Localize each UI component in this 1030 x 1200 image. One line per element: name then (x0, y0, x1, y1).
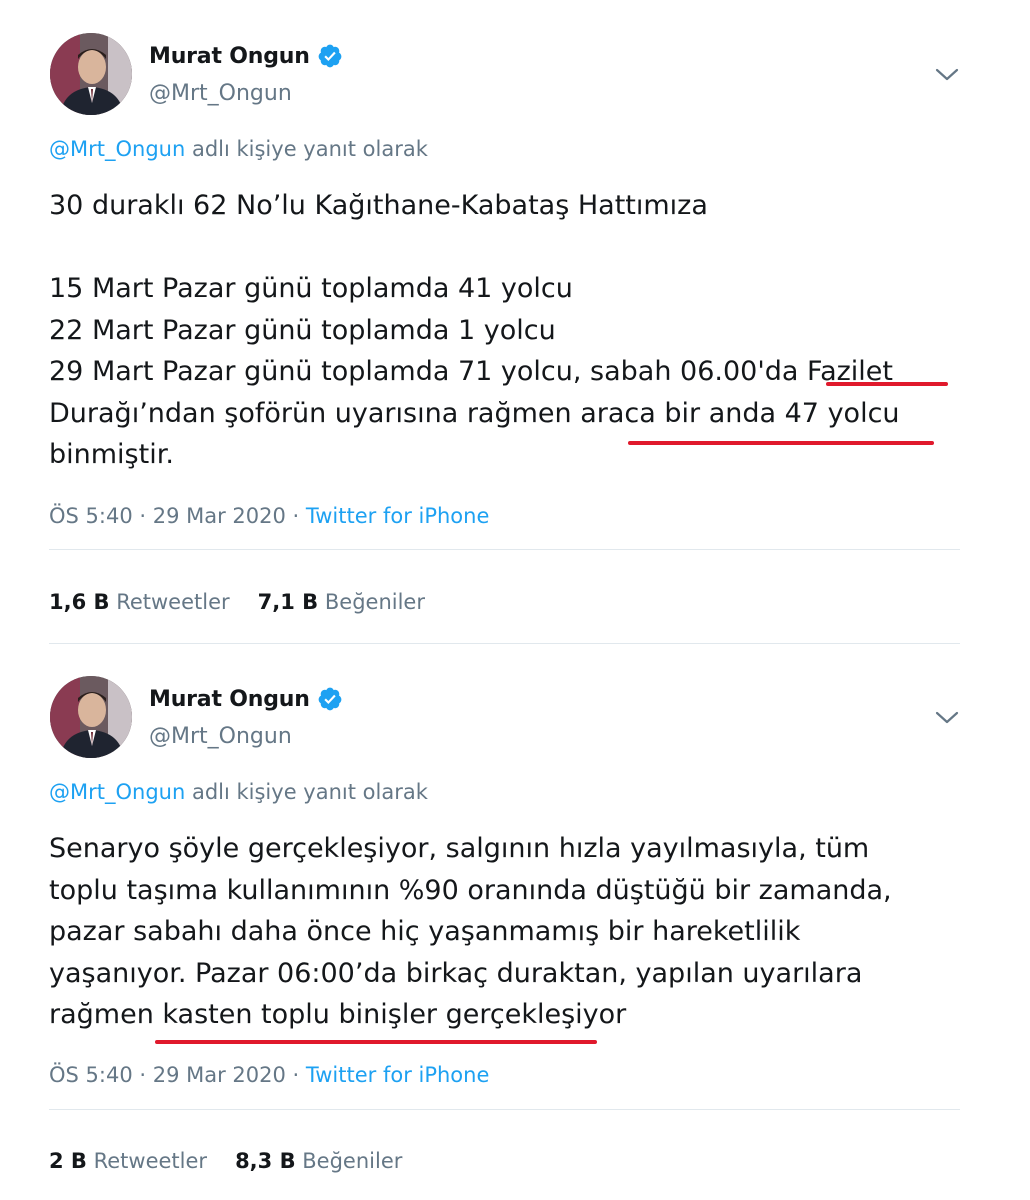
likes-count: 8,3 B (235, 1149, 296, 1173)
reply-mention-link[interactable]: @Mrt_Ongun (49, 137, 185, 161)
avatar[interactable] (50, 676, 132, 758)
verified-badge-icon (317, 43, 343, 69)
reply-context: @Mrt_Ongun adlı kişiye yanıt olarak (49, 780, 428, 804)
retweets-label: Retweetler (109, 590, 230, 614)
tweet-text-line: Senaryo şöyle gerçekleşiyor, salgının hı… (49, 833, 870, 864)
source-link[interactable]: Twitter for iPhone (306, 1063, 490, 1087)
retweets-label: Retweetler (86, 1149, 208, 1173)
time-date[interactable]: ÖS 5:40 · 29 Mar 2020 · (49, 504, 306, 528)
tweet-text-line: 15 Mart Pazar günü toplamda 41 yolcu (49, 273, 573, 304)
source-link[interactable]: Twitter for iPhone (306, 504, 490, 528)
retweets-stat[interactable]: 2 B Retweetler (49, 1149, 207, 1173)
tweet-stats: 2 B Retweetler 8,3 B Beğeniler (49, 1149, 402, 1173)
tweet-text-line: Durağı’ndan şoförün uyarısına rağmen ara… (49, 397, 900, 429)
reply-context-label: adlı kişiye yanıt olarak (185, 780, 428, 804)
tweet-timestamp: ÖS 5:40 · 29 Mar 2020 · Twitter for iPho… (49, 504, 489, 528)
tweet-text-line: yaşanıyor. Pazar 06:00’da birkaç durakta… (49, 957, 863, 989)
divider (49, 1109, 960, 1110)
avatar[interactable] (50, 33, 132, 115)
tweet-text-line (49, 227, 900, 269)
author-name[interactable]: Murat Ongun (149, 687, 310, 712)
tweet-stats: 1,6 B Retweetler 7,1 B Beğeniler (49, 590, 425, 614)
reply-context: @Mrt_Ongun adlı kişiye yanıt olarak (49, 137, 428, 161)
tweet-text-line: toplu taşıma kullanımının %90 oranında d… (49, 874, 892, 906)
tweet-text: 30 duraklı 62 No’lu Kağıthane-Kabataş Ha… (49, 185, 900, 476)
tweet-timestamp: ÖS 5:40 · 29 Mar 2020 · Twitter for iPho… (49, 1063, 489, 1087)
likes-count: 7,1 B (257, 590, 319, 614)
tweet-text: Senaryo şöyle gerçekleşiyor, salgının hı… (49, 828, 892, 1036)
chevron-down-icon[interactable] (932, 65, 962, 85)
author-handle[interactable]: @Mrt_Ongun (149, 724, 292, 749)
annotation-underline (826, 382, 948, 386)
time-date[interactable]: ÖS 5:40 · 29 Mar 2020 · (49, 1063, 306, 1087)
likes-stat[interactable]: 7,1 B Beğeniler (258, 590, 425, 614)
chevron-down-icon[interactable] (932, 708, 962, 728)
retweets-stat[interactable]: 1,6 B Retweetler (49, 590, 230, 614)
reply-context-label: adlı kişiye yanıt olarak (185, 137, 428, 161)
likes-label: Beğeniler (295, 1149, 403, 1173)
author-handle[interactable]: @Mrt_Ongun (149, 81, 292, 106)
annotation-underline (628, 441, 934, 445)
author-name[interactable]: Murat Ongun (149, 44, 310, 69)
retweets-count: 2 B (49, 1149, 87, 1173)
annotation-underline (155, 1040, 597, 1044)
divider (49, 643, 960, 644)
reply-mention-link[interactable]: @Mrt_Ongun (49, 780, 185, 804)
tweet-text-line: 30 duraklı 62 No’lu Kağıthane-Kabataş Ha… (49, 190, 708, 221)
verified-badge-icon (317, 686, 343, 712)
divider (49, 549, 960, 550)
tweet-text-line: 29 Mart Pazar günü toplamda 71 yolcu, sa… (49, 356, 893, 387)
tweet-text-line: 22 Mart Pazar günü toplamda 1 yolcu (49, 314, 556, 346)
tweet-text-line: rağmen kasten toplu binişler gerçekleşiy… (49, 999, 627, 1030)
author-row: Murat Ongun (149, 686, 343, 712)
tweet-text-line: pazar sabahı daha önce hiç yaşanmamış bi… (49, 916, 801, 947)
likes-label: Beğeniler (318, 590, 425, 614)
retweets-count: 1,6 B (49, 590, 110, 614)
author-row: Murat Ongun (149, 43, 343, 69)
likes-stat[interactable]: 8,3 B Beğeniler (235, 1149, 402, 1173)
